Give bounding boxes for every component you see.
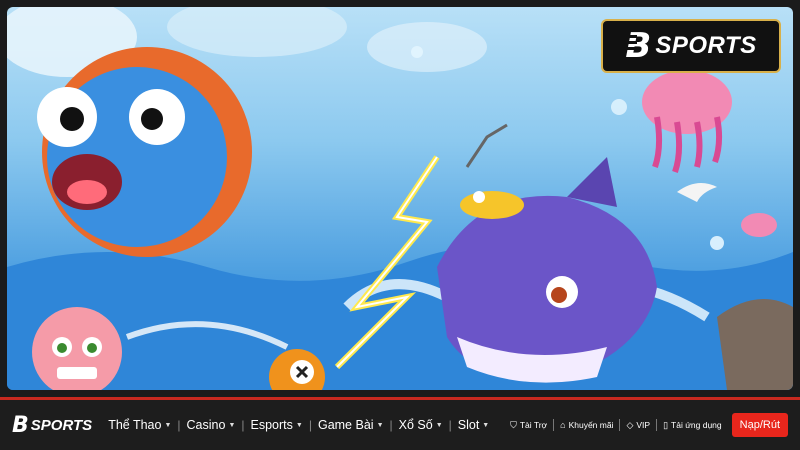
download-app-link[interactable]: ▯ Tải ứng dụng [663,420,722,431]
main-navbar: B SPORTS Thể Thao ▼ | Casino ▼ | Esports… [0,397,800,450]
menu-item-label: Casino [186,418,226,432]
menu-item-label: Xổ Số [398,418,433,432]
menu-item-label: Slot [457,418,480,432]
vip-label: VIP [636,420,651,430]
hero-banner[interactable]: B SPORTS [7,7,793,390]
menu-item-label: Thể Thao [108,418,162,432]
menu-item-the-thao[interactable]: Thể Thao ▼ [102,418,177,432]
tag-icon: ⌂ [560,420,566,430]
menu-item-game-bai[interactable]: Game Bài ▼ [312,418,390,432]
deposit-withdraw-button[interactable]: Nạp/Rút [731,413,788,437]
menu-item-xo-so[interactable]: Xổ Số ▼ [393,418,449,432]
nav-logo-mark: B [12,412,29,438]
caret-down-icon: ▼ [482,421,490,429]
caret-down-icon: ▼ [295,421,303,429]
caret-down-icon: ▼ [164,421,172,429]
divider [619,419,621,431]
vip-link[interactable]: ◇ VIP [626,420,650,431]
caret-down-icon: ▼ [435,421,443,429]
menu-item-casino[interactable]: Casino ▼ [181,418,242,432]
sponsor-label: Tài Trợ [519,420,548,430]
caret-down-icon: ▼ [376,421,384,429]
brand-logo-word: SPORTS [655,32,757,59]
page: B SPORTS B SPORTS Thể Thao ▼ | Casino ▼ … [0,0,800,450]
brand-logo-badge: B SPORTS [601,19,781,73]
nav-logo[interactable]: B SPORTS [12,413,92,438]
diamond-icon: ◇ [626,419,634,430]
menu-item-label: Game Bài [317,418,374,432]
utility-links: ⛉ Tài Trợ ⌂ Khuyến mãi ◇ VIP ▯ Tải ứng d… [510,413,788,437]
menu-item-slot[interactable]: Slot ▼ [452,418,495,432]
sponsor-link[interactable]: ⛉ Tài Trợ [510,420,547,431]
menu-item-label: Esports [250,418,293,432]
caret-down-icon: ▼ [228,421,236,429]
brand-logo-mark: B [623,26,651,66]
menu-item-esports[interactable]: Esports ▼ [245,418,309,432]
nav-logo-word: SPORTS [30,416,93,434]
divider [656,419,658,431]
promotions-label: Khuyến mãi [568,420,614,430]
download-app-label: Tải ứng dụng [671,420,722,430]
main-menu: Thể Thao ▼ | Casino ▼ | Esports ▼ | Game… [102,418,495,432]
shield-icon: ⛉ [510,419,517,430]
promotions-link[interactable]: ⌂ Khuyến mãi [560,420,613,430]
divider [553,419,555,431]
phone-icon: ▯ [663,419,669,430]
